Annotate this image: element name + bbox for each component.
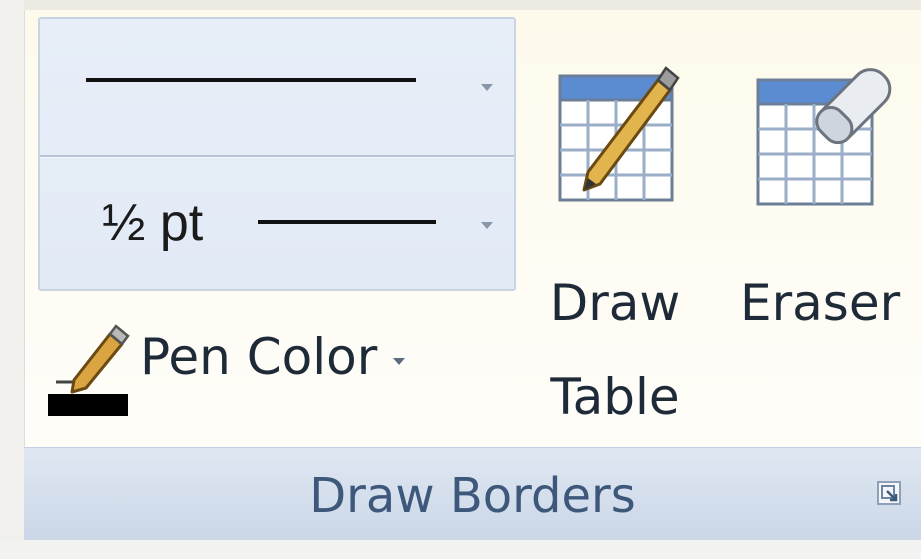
ribbon-top-edge (0, 0, 921, 10)
line-style-dropdown[interactable] (40, 19, 514, 155)
ribbon-panel: ½ pt Pen Color Draw Table Eraser Draw Bo… (0, 0, 921, 559)
group-title: Draw Borders (309, 468, 636, 524)
eraser-button[interactable]: Eraser (740, 62, 900, 362)
eraser-icon (756, 68, 892, 206)
pen-color-button[interactable]: Pen Color (44, 318, 424, 422)
group-footer: Draw Borders (24, 447, 921, 541)
line-weight-label: ½ pt (102, 194, 204, 252)
border-style-box: ½ pt (38, 17, 516, 291)
draw-table-button[interactable]: Draw Table (540, 62, 690, 434)
ribbon-left-edge (0, 0, 24, 559)
line-weight-arrow-icon (481, 222, 493, 229)
pen-color-arrow-icon (393, 358, 405, 365)
line-weight-sample (258, 220, 436, 224)
line-style-arrow-icon (481, 84, 493, 91)
ribbon-bottom-edge (0, 540, 921, 559)
dialog-launcher-icon[interactable] (876, 480, 904, 508)
draw-table-label-line2: Table (550, 368, 680, 426)
pen-color-swatch (48, 394, 128, 416)
draw-table-label-line1: Draw (549, 274, 681, 332)
line-style-sample (86, 78, 416, 82)
eraser-label: Eraser (740, 274, 901, 332)
pen-color-icon (48, 324, 130, 416)
draw-table-icon (558, 66, 680, 202)
pen-color-label: Pen Color (140, 328, 378, 386)
line-weight-dropdown[interactable]: ½ pt (40, 157, 514, 289)
